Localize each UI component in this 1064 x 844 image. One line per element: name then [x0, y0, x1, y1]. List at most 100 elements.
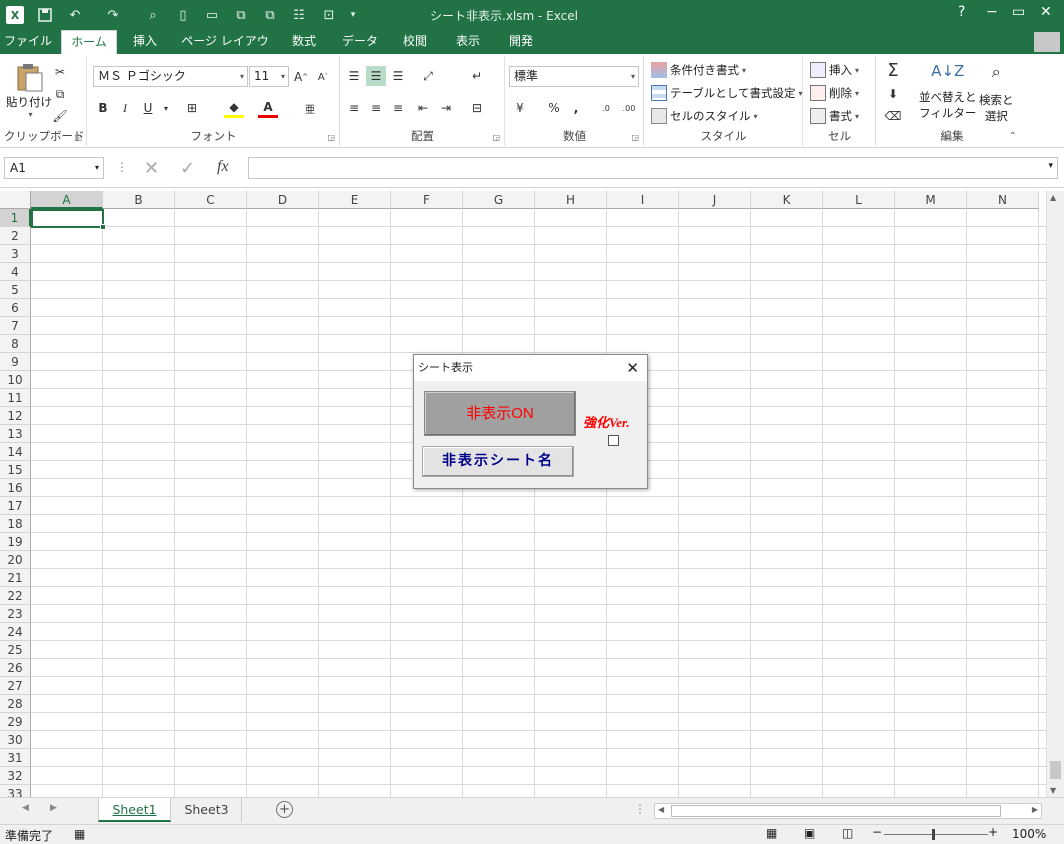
align-top-icon[interactable]: ☰ [344, 66, 364, 86]
fill-handle[interactable] [100, 224, 106, 230]
bold-button[interactable]: B [93, 98, 113, 118]
print-preview-icon[interactable]: ⌕ [144, 6, 162, 24]
minimize-icon[interactable]: − [986, 4, 998, 20]
row-header-22[interactable]: 22 [0, 587, 31, 605]
cancel-icon[interactable]: ✕ [144, 158, 159, 179]
fill-color-icon[interactable]: ◆ [224, 98, 244, 118]
prev-sheet-icon[interactable]: ◀ [22, 803, 29, 813]
row-header-10[interactable]: 10 [0, 371, 31, 389]
font-size-combo[interactable]: 11 ▾ [249, 66, 289, 87]
clear-icon[interactable]: ⌫ [883, 106, 903, 126]
sheet-tab-sheet3[interactable]: Sheet3 [172, 798, 242, 822]
horizontal-scrollbar[interactable]: ◀ ▶ [654, 803, 1042, 819]
row-header-25[interactable]: 25 [0, 641, 31, 659]
insert-function-icon[interactable]: fx [217, 158, 229, 176]
conditional-format-button[interactable]: 条件付き書式 ▾ [651, 62, 746, 78]
font-name-combo[interactable]: ＭＳ Ｐゴシック ▾ [93, 66, 248, 87]
close-icon[interactable]: ✕ [1040, 4, 1052, 20]
font-color-icon[interactable]: A [258, 98, 278, 118]
collapse-ribbon-icon[interactable]: ⌃ [1009, 131, 1017, 142]
delete-cells-button[interactable]: 削除 ▾ [810, 85, 859, 101]
row-header-11[interactable]: 11 [0, 389, 31, 407]
percent-button[interactable]: % [544, 98, 564, 118]
row-header-6[interactable]: 6 [0, 299, 31, 317]
row-header-9[interactable]: 9 [0, 353, 31, 371]
enhanced-version-checkbox[interactable] [608, 435, 619, 446]
row-header-12[interactable]: 12 [0, 407, 31, 425]
tab-developer[interactable]: 開発 [500, 30, 542, 54]
phonetic-icon[interactable]: 亜 [300, 98, 320, 118]
fill-icon[interactable]: ⬇ [883, 84, 903, 104]
row-header-19[interactable]: 19 [0, 533, 31, 551]
tab-data[interactable]: データ [337, 30, 383, 54]
font-launcher-icon[interactable]: ◲ [327, 133, 335, 142]
zoom-level[interactable]: 100% [1012, 827, 1046, 841]
formula-input[interactable]: ▾ [248, 157, 1058, 179]
align-right-icon[interactable]: ≡ [388, 98, 408, 118]
zoom-out-icon[interactable]: − [872, 825, 882, 839]
decrease-indent-icon[interactable]: ⇤ [413, 98, 433, 118]
redo-icon[interactable]: ↷ [104, 6, 122, 24]
normal-view-icon[interactable]: ▦ [766, 826, 777, 840]
column-header-c[interactable]: C [175, 191, 247, 209]
increase-decimal-icon[interactable]: .0 [596, 98, 616, 118]
row-header-26[interactable]: 26 [0, 659, 31, 677]
tab-formulas[interactable]: 数式 [283, 30, 325, 54]
column-header-m[interactable]: M [895, 191, 967, 209]
add-sheet-icon[interactable]: + [276, 801, 293, 818]
column-header-g[interactable]: G [463, 191, 535, 209]
column-header-f[interactable]: F [391, 191, 463, 209]
enter-icon[interactable]: ✓ [180, 158, 195, 179]
row-header-7[interactable]: 7 [0, 317, 31, 335]
row-header-13[interactable]: 13 [0, 425, 31, 443]
cells-area[interactable] [31, 209, 1046, 797]
dialog-close-icon[interactable]: ✕ [626, 359, 639, 377]
scroll-up-icon[interactable]: ▲ [1050, 193, 1056, 202]
row-header-33[interactable]: 33 [0, 785, 31, 797]
row-header-20[interactable]: 20 [0, 551, 31, 569]
tab-file[interactable]: ファイル [0, 30, 56, 54]
decrease-font-icon[interactable]: Aˇ [313, 67, 333, 87]
scroll-down-icon[interactable]: ▼ [1050, 786, 1056, 795]
cut-icon[interactable]: ✂ [50, 62, 70, 82]
clipboard-launcher-icon[interactable]: ◲ [74, 133, 82, 142]
page-layout-view-icon[interactable]: ▣ [804, 826, 815, 840]
row-header-27[interactable]: 27 [0, 677, 31, 695]
format-as-table-button[interactable]: テーブルとして書式設定 ▾ [651, 85, 802, 101]
tab-home[interactable]: ホーム [61, 30, 117, 54]
column-header-k[interactable]: K [751, 191, 823, 209]
formula-bar-menu-icon[interactable]: ⋮ [116, 160, 128, 174]
tab-split-icon[interactable]: ⋮ [634, 802, 646, 816]
row-header-5[interactable]: 5 [0, 281, 31, 299]
sheet-tab-sheet1[interactable]: Sheet1 [98, 798, 171, 822]
column-header-d[interactable]: D [247, 191, 319, 209]
row-header-1[interactable]: 1 [0, 209, 31, 227]
active-cell-a1[interactable] [31, 209, 106, 230]
hidden-sheet-names-button[interactable]: 非表示シート名 [422, 446, 574, 477]
sort-filter-button[interactable]: A↓Z 並べ替えと フィルター [919, 62, 977, 121]
column-header-b[interactable]: B [103, 191, 175, 209]
save-icon[interactable] [36, 6, 54, 24]
column-header-j[interactable]: J [679, 191, 751, 209]
orientation-icon[interactable]: ⤢ [418, 66, 438, 86]
find-select-button[interactable]: ⌕ 検索と 選択 [979, 62, 1014, 124]
alignment-launcher-icon[interactable]: ◲ [492, 133, 500, 142]
format-painter-icon[interactable]: 🖌 [50, 106, 70, 126]
paste-button[interactable]: 貼り付け ▾ [6, 62, 52, 119]
row-header-15[interactable]: 15 [0, 461, 31, 479]
scroll-right-icon[interactable]: ▶ [1032, 805, 1038, 814]
next-sheet-icon[interactable]: ▶ [50, 803, 57, 813]
name-box[interactable]: A1 ▾ [4, 157, 104, 179]
column-header-i[interactable]: I [607, 191, 679, 209]
paste-special-icon[interactable]: ⧉ [261, 6, 279, 24]
format-cells-button[interactable]: 書式 ▾ [810, 108, 859, 124]
autosum-icon[interactable]: Σ [883, 60, 903, 81]
number-format-combo[interactable]: 標準 ▾ [509, 66, 639, 87]
tab-review[interactable]: 校閲 [394, 30, 436, 54]
number-launcher-icon[interactable]: ◲ [631, 133, 639, 142]
open-folder-icon[interactable]: ▭ [203, 6, 221, 24]
copy-icon[interactable]: ⧉ [50, 84, 70, 104]
insert-cells-button[interactable]: 挿入 ▾ [810, 62, 859, 78]
scroll-left-icon[interactable]: ◀ [658, 805, 664, 814]
column-header-e[interactable]: E [319, 191, 391, 209]
